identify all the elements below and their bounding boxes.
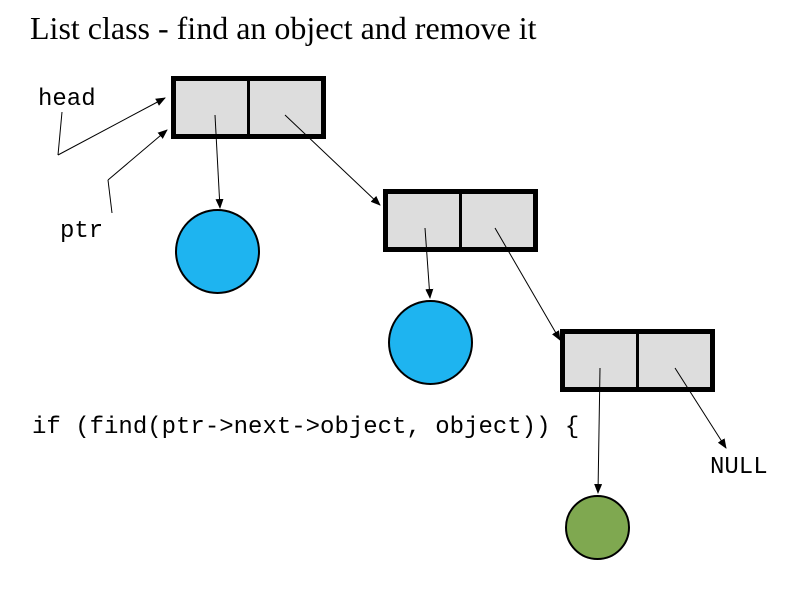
node-box-2 <box>383 189 538 252</box>
ptr-label: ptr <box>60 218 103 245</box>
ptr-line-1 <box>108 180 112 213</box>
node-next-cell <box>639 334 710 387</box>
node-box-3 <box>560 329 715 392</box>
object-circle-2 <box>388 300 473 385</box>
object-circle-1 <box>175 209 260 294</box>
node-data-cell <box>565 334 639 387</box>
object-circle-3 <box>565 495 630 560</box>
node-box-1 <box>171 76 326 139</box>
ptr-line-2 <box>108 130 167 180</box>
node-data-cell <box>388 194 462 247</box>
slide-title: List class - find an object and remove i… <box>30 10 537 47</box>
head-line-1 <box>58 112 62 155</box>
null-label: NULL <box>710 454 768 481</box>
head-label: head <box>38 86 96 113</box>
node-data-cell <box>176 81 250 134</box>
code-line: if (find(ptr->next->object, object)) { <box>32 414 579 441</box>
node-next-cell <box>250 81 321 134</box>
arrows-svg <box>0 0 794 595</box>
node-next-cell <box>462 194 533 247</box>
